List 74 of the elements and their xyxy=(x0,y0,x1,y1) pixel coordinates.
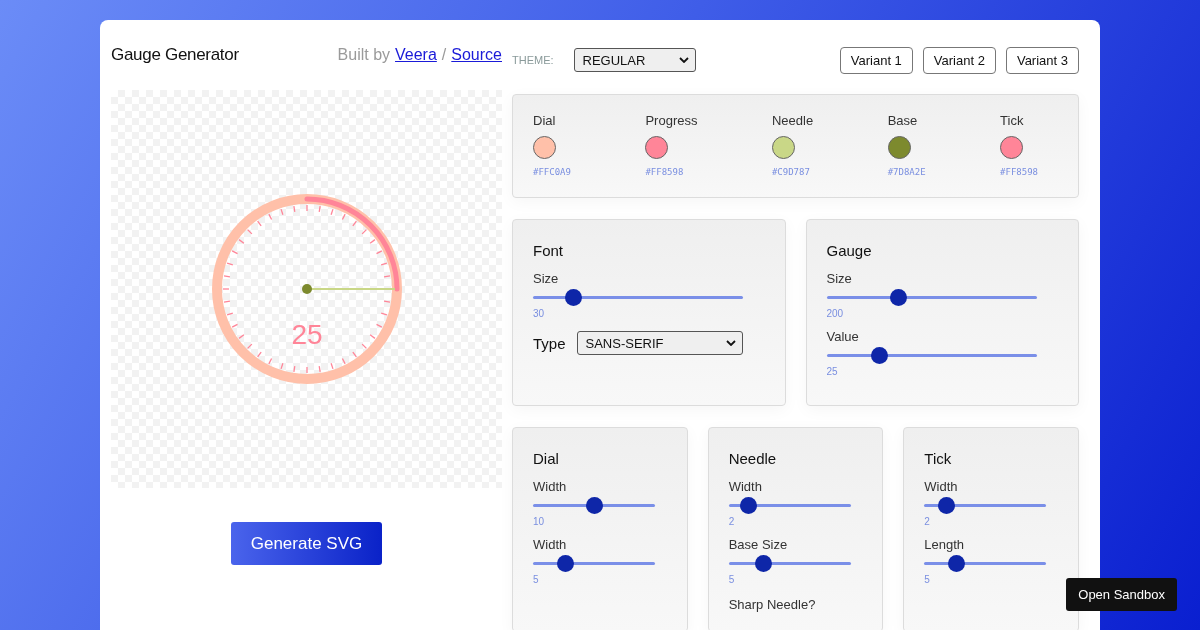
slider-value: 5 xyxy=(924,574,931,585)
slider[interactable] xyxy=(924,497,1047,514)
slider-value: 2 xyxy=(924,516,931,527)
color-label: Dial xyxy=(533,113,557,128)
panel-title: Tick xyxy=(924,450,953,467)
slider-label: Value xyxy=(826,329,860,344)
slider-value: 200 xyxy=(826,308,845,319)
slider[interactable] xyxy=(533,497,655,514)
panel-title: Gauge xyxy=(826,242,873,259)
separator-text: / xyxy=(441,46,447,64)
slider-label: Width xyxy=(728,479,763,494)
variant-button[interactable]: Variant 3 xyxy=(1005,46,1079,74)
credit-text: Built by xyxy=(337,46,391,64)
slider[interactable] xyxy=(826,289,1037,306)
slider[interactable] xyxy=(826,347,1037,364)
color-swatch[interactable] xyxy=(771,136,795,159)
slider-value: 10 xyxy=(533,516,546,527)
slider-label: Width xyxy=(533,479,568,494)
slider-thumb[interactable] xyxy=(564,289,582,306)
slider-thumb[interactable] xyxy=(889,289,907,306)
slider-label: Size xyxy=(826,271,853,286)
color-swatch[interactable] xyxy=(1000,136,1024,159)
color-hex: #C9D787 xyxy=(771,167,811,177)
gauge-value: 25 xyxy=(290,319,323,350)
slider-thumb[interactable] xyxy=(754,555,772,572)
color-swatch[interactable] xyxy=(887,136,911,159)
slider-label: Width xyxy=(924,479,959,494)
slider-label: Size xyxy=(533,271,560,286)
slider-value: 30 xyxy=(533,308,546,319)
slider-label: Length xyxy=(924,537,966,552)
caret-icon xyxy=(726,340,736,346)
panel-title: Needle xyxy=(728,450,778,467)
color-label: Needle xyxy=(771,113,814,128)
color-label: Base xyxy=(887,113,919,128)
variant-button[interactable]: Variant 2 xyxy=(922,46,996,74)
color-swatch[interactable] xyxy=(645,136,669,159)
slider[interactable] xyxy=(924,555,1047,572)
sharp-needle-label: Sharp Needle? xyxy=(728,597,816,612)
theme-label: THEME: xyxy=(512,54,554,66)
color-hex: #7D8A2E xyxy=(887,167,926,177)
slider-thumb[interactable] xyxy=(871,347,888,364)
slider-thumb[interactable] xyxy=(556,555,574,572)
color-hex: #FF8598 xyxy=(645,167,685,177)
slider-value: 25 xyxy=(826,366,839,377)
slider[interactable] xyxy=(533,289,743,306)
variant-button[interactable]: Variant 1 xyxy=(839,46,913,74)
author-link[interactable]: Veera xyxy=(395,46,437,64)
slider[interactable] xyxy=(728,555,851,572)
slider-value: 2 xyxy=(728,516,736,527)
caret-icon xyxy=(678,57,689,63)
color-swatch[interactable] xyxy=(533,136,556,159)
color-label: Progress xyxy=(645,113,698,128)
font-type-select[interactable]: SANS-SERIF xyxy=(576,331,743,355)
color-label: Tick xyxy=(1000,113,1025,128)
panel-title: Dial xyxy=(533,450,560,467)
color-hex: #FF8598 xyxy=(1000,167,1038,177)
slider[interactable] xyxy=(728,497,851,514)
slider-label: Base Size xyxy=(728,537,789,552)
slider-thumb[interactable] xyxy=(938,497,956,514)
open-sandbox-button[interactable]: Open Sandbox xyxy=(1066,578,1177,611)
theme-select[interactable]: REGULAR xyxy=(573,48,696,72)
slider-value: 5 xyxy=(533,574,540,585)
color-hex: #FFC0A9 xyxy=(533,167,571,177)
slider-thumb[interactable] xyxy=(740,497,758,514)
app-title: Gauge Generator xyxy=(111,45,239,65)
slider-thumb[interactable] xyxy=(586,497,603,514)
slider-value: 5 xyxy=(728,574,736,585)
slider-label: Width xyxy=(533,537,568,552)
type-label: Type xyxy=(533,334,566,352)
generate-svg-button[interactable]: Generate SVG xyxy=(230,522,383,565)
source-link[interactable]: Source xyxy=(451,46,502,64)
slider[interactable] xyxy=(533,555,655,572)
panel-title: Font xyxy=(533,242,564,259)
slider-thumb[interactable] xyxy=(948,555,966,572)
